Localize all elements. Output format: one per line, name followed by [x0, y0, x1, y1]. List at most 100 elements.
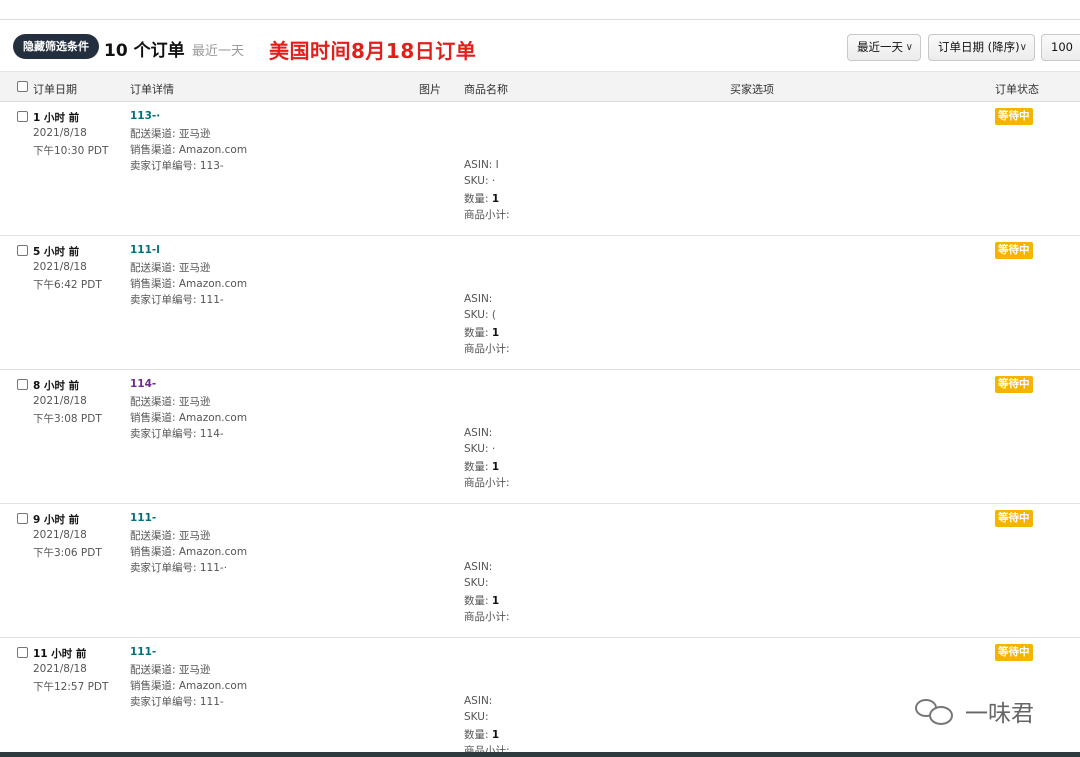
watermark: 一味君: [913, 694, 1034, 728]
wechat-icon: [913, 696, 955, 726]
quantity-label: 数量:: [464, 327, 489, 339]
quantity-value: 1: [491, 193, 500, 205]
asin: ASIN:: [464, 695, 493, 707]
quantity: 数量: 1: [464, 459, 499, 474]
table-header: 订单日期 订单详情 图片 商品名称 买家选项 订单状态: [0, 71, 1080, 102]
row-checkbox[interactable]: [17, 379, 28, 390]
watermark-text: 一味君: [965, 701, 1034, 727]
quantity-value: 1: [491, 461, 500, 473]
column-header-image: 图片: [419, 83, 441, 96]
order-time: 下午10:30 PDT: [33, 145, 109, 157]
quantity-label: 数量:: [464, 729, 489, 741]
sales-channel: 销售渠道: Amazon.com: [130, 278, 248, 290]
order-time: 下午3:08 PDT: [33, 413, 102, 425]
order-time: 下午3:06 PDT: [33, 547, 102, 559]
sku: SKU:: [464, 711, 489, 723]
status-badge: 等待中: [995, 644, 1033, 661]
order-date: 2021/8/18: [33, 261, 87, 273]
order-date: 2021/8/18: [33, 529, 87, 541]
sales-channel: 销售渠道: Amazon.com: [130, 412, 248, 424]
relative-time: 11 小时 前: [33, 648, 87, 660]
order-time: 下午6:42 PDT: [33, 279, 102, 291]
date-range-select[interactable]: 最近一天 ∨: [847, 34, 921, 61]
quantity: 数量: 1: [464, 191, 499, 206]
table-row: 8 小时 前 2021/8/18 下午3:08 PDT 114- 配送渠道: 亚…: [0, 370, 1080, 504]
sku: SKU: ·: [464, 175, 496, 187]
sales-channel: 销售渠道: Amazon.com: [130, 144, 248, 156]
range-caption: 最近一天: [192, 44, 245, 59]
chevron-down-icon: ∨: [1019, 42, 1027, 53]
asin: ASIN:: [464, 561, 493, 573]
sort-order-select[interactable]: 订单日期 (降序) ∨: [928, 34, 1035, 61]
order-count: 10 个订单: [104, 41, 185, 61]
fulfillment-channel: 配送渠道: 亚马逊: [130, 128, 211, 140]
asin: ASIN: I: [464, 159, 499, 171]
item-subtotal: 商品小计:: [464, 209, 510, 221]
quantity-value: 1: [491, 595, 500, 607]
sales-channel: 销售渠道: Amazon.com: [130, 680, 248, 692]
relative-time: 9 小时 前: [33, 514, 80, 526]
row-checkbox[interactable]: [17, 647, 28, 658]
order-time: 下午12:57 PDT: [33, 681, 109, 693]
quantity: 数量: 1: [464, 727, 499, 742]
table-row: 1 小时 前 2021/8/18 下午10:30 PDT 113-· 配送渠道:…: [0, 102, 1080, 236]
column-header-product-name: 商品名称: [464, 83, 508, 96]
item-subtotal: 商品小计:: [464, 611, 510, 623]
quantity: 数量: 1: [464, 325, 499, 340]
quantity-value: 1: [491, 729, 500, 741]
quantity-value: 1: [491, 327, 500, 339]
page-size-select[interactable]: 100: [1041, 34, 1080, 61]
chevron-down-icon: ∨: [905, 42, 913, 53]
table-row: 9 小时 前 2021/8/18 下午3:06 PDT 111- 配送渠道: 亚…: [0, 504, 1080, 638]
sku: SKU: ·: [464, 443, 496, 455]
item-subtotal: 商品小计:: [464, 343, 510, 355]
seller-order-id: 卖家订单编号: 111-·: [130, 562, 228, 574]
status-badge: 等待中: [995, 510, 1033, 527]
row-checkbox[interactable]: [17, 513, 28, 524]
seller-order-id: 卖家订单编号: 113-: [130, 160, 224, 172]
asin: ASIN:: [464, 427, 493, 439]
fulfillment-channel: 配送渠道: 亚马逊: [130, 396, 211, 408]
order-date: 2021/8/18: [33, 127, 87, 139]
select-all-checkbox[interactable]: [17, 81, 28, 92]
order-id-link[interactable]: 111-: [130, 512, 156, 524]
quantity: 数量: 1: [464, 593, 499, 608]
asin: ASIN:: [464, 293, 493, 305]
column-header-buyer-options: 买家选项: [730, 83, 774, 96]
relative-time: 8 小时 前: [33, 380, 80, 392]
column-header-order-status: 订单状态: [995, 83, 1039, 96]
page-size-select-value: 100: [1051, 40, 1073, 54]
sales-channel: 销售渠道: Amazon.com: [130, 546, 248, 558]
order-date: 2021/8/18: [33, 395, 87, 407]
column-header-order-date[interactable]: 订单日期: [33, 81, 77, 97]
fulfillment-channel: 配送渠道: 亚马逊: [130, 664, 211, 676]
quantity-label: 数量:: [464, 461, 489, 473]
order-date: 2021/8/18: [33, 663, 87, 675]
date-range-select-value: 最近一天: [857, 40, 903, 54]
toolbar: 隐藏筛选条件 10 个订单 最近一天 美国时间8月18日订单 最近一天 ∨ 订单…: [0, 21, 1080, 71]
seller-order-id: 卖家订单编号: 111-: [130, 294, 224, 306]
top-rule: [0, 0, 1080, 20]
sku: SKU: (: [464, 309, 496, 321]
fulfillment-channel: 配送渠道: 亚马逊: [130, 262, 211, 274]
relative-time: 5 小时 前: [33, 246, 80, 258]
seller-order-id: 卖家订单编号: 111-: [130, 696, 224, 708]
status-badge: 等待中: [995, 242, 1033, 259]
order-id-link[interactable]: 113-·: [130, 110, 160, 122]
quantity-label: 数量:: [464, 193, 489, 205]
order-id-link[interactable]: 114-: [130, 378, 156, 390]
order-id-link[interactable]: 111-l: [130, 244, 160, 256]
headline-annotation: 美国时间8月18日订单: [269, 39, 477, 63]
bottom-bar: [0, 752, 1080, 757]
order-id-link[interactable]: 111-: [130, 646, 156, 658]
fulfillment-channel: 配送渠道: 亚马逊: [130, 530, 211, 542]
sku: SKU:: [464, 577, 489, 589]
item-subtotal: 商品小计:: [464, 477, 510, 489]
row-checkbox[interactable]: [17, 111, 28, 122]
column-header-order-details: 订单详情: [130, 83, 174, 96]
hide-filters-button[interactable]: 隐藏筛选条件: [13, 34, 99, 59]
status-badge: 等待中: [995, 376, 1033, 393]
relative-time: 1 小时 前: [33, 112, 80, 124]
row-checkbox[interactable]: [17, 245, 28, 256]
table-row: 5 小时 前 2021/8/18 下午6:42 PDT 111-l 配送渠道: …: [0, 236, 1080, 370]
